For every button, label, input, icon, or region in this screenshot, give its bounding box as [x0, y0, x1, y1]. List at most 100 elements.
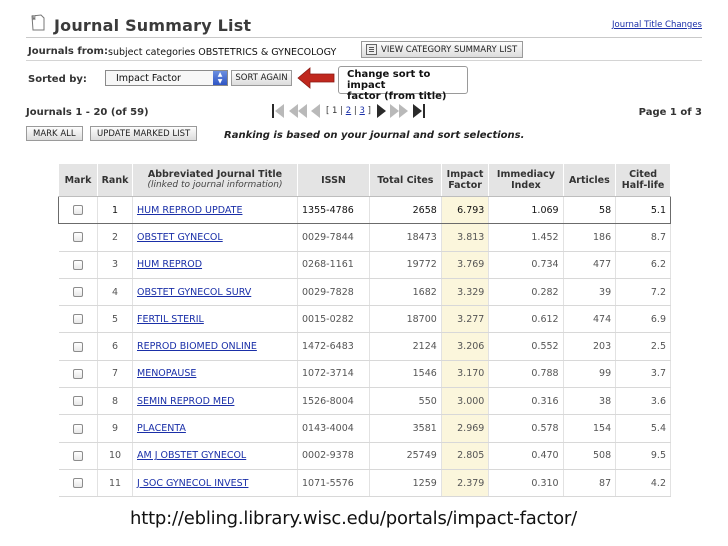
col-mark[interactable]: Mark	[58, 163, 98, 197]
journal-title-link[interactable]: MENOPAUSE	[137, 368, 196, 379]
col-issn[interactable]: ISSN	[297, 163, 370, 197]
prev-page-icon[interactable]	[311, 104, 320, 118]
mark-checkbox[interactable]	[72, 232, 83, 243]
col-impact-line1: Impact	[446, 169, 484, 180]
table-row: 10 AM J OBSTET GYNECOL 0002-9378 25749 2…	[58, 442, 671, 470]
journals-count: Journals 1 - 20 (of 59)	[26, 107, 149, 118]
rank-cell: 6	[97, 332, 133, 361]
sort-select[interactable]: Impact Factor ▲ ▼	[105, 70, 228, 86]
journal-title-link[interactable]: REPROD BIOMED ONLINE	[137, 341, 257, 352]
col-total-cites[interactable]: Total Cites	[369, 163, 442, 197]
mark-checkbox[interactable]	[72, 368, 83, 379]
mark-checkbox[interactable]	[72, 341, 83, 352]
col-immediacy-index[interactable]: Immediacy Index	[488, 163, 564, 197]
total-cites-cell: 3581	[369, 414, 442, 443]
total-cites-cell: 1259	[369, 469, 442, 498]
last-page-icon[interactable]	[412, 104, 425, 118]
articles-cell: 154	[563, 414, 617, 443]
journal-title-link[interactable]: J SOC GYNECOL INVEST	[137, 478, 248, 489]
mark-all-button[interactable]: MARK ALL	[26, 126, 83, 141]
mark-cell	[58, 387, 98, 416]
issn-cell: 1355-4786	[297, 195, 370, 225]
journal-table: Mark Rank Abbreviated Journal Title (lin…	[58, 163, 671, 498]
update-marked-list-button[interactable]: UPDATE MARKED LIST	[90, 126, 198, 141]
journal-title-link[interactable]: OBSTET GYNECOL	[137, 232, 223, 243]
mark-cell	[58, 360, 98, 389]
half-life-cell: 6.9	[615, 305, 671, 334]
col-impact-factor[interactable]: Impact Factor	[440, 163, 490, 197]
page-2-link[interactable]: 2	[346, 106, 351, 116]
journal-title-link[interactable]: AM J OBSTET GYNECOL	[137, 450, 246, 461]
articles-cell: 474	[563, 305, 617, 334]
col-cited-half-life[interactable]: Cited Half-life	[615, 163, 671, 197]
impact-factor-cell: 3.170	[441, 360, 490, 389]
immediacy-cell: 0.470	[488, 442, 564, 470]
mark-cell	[58, 278, 98, 307]
issn-cell: 0268-1161	[297, 251, 370, 279]
bracket-close: ]	[367, 106, 371, 116]
prev-10-icon[interactable]	[289, 104, 307, 118]
journal-title-link[interactable]: PLACENTA	[137, 423, 186, 434]
rank-cell: 9	[97, 414, 133, 443]
separator: |	[353, 106, 357, 116]
journal-title-link[interactable]: OBSTET GYNECOL SURV	[137, 287, 251, 298]
table-row: 8 SEMIN REPROD MED 1526-8004 550 3.000 0…	[58, 387, 671, 416]
title-cell: OBSTET GYNECOL SURV	[132, 278, 298, 307]
mark-checkbox[interactable]	[72, 478, 83, 489]
table-row: 7 MENOPAUSE 1072-3714 1546 3.170 0.788 9…	[58, 360, 671, 389]
table-row: 4 OBSTET GYNECOL SURV 0029-7828 1682 3.3…	[58, 278, 671, 307]
journal-title-changes-link[interactable]: Journal Title Changes	[612, 20, 702, 30]
impact-factor-cell: 6.793	[441, 195, 490, 225]
rank-cell: 10	[97, 442, 133, 470]
journal-title-link[interactable]: FERTIL STERIL	[137, 314, 204, 325]
col-title[interactable]: Abbreviated Journal Title (linked to jou…	[132, 163, 298, 197]
half-life-cell: 6.2	[615, 251, 671, 279]
articles-cell: 186	[563, 223, 617, 252]
col-rank[interactable]: Rank	[97, 163, 133, 197]
immediacy-cell: 1.452	[488, 223, 564, 252]
journals-from-row: Journals from: subject categories OBSTET…	[26, 40, 702, 62]
pagination-row: Journals 1 - 20 (of 59) [ 1 | 2 | 3 ] Pa…	[26, 100, 702, 124]
issn-cell: 0143-4004	[297, 414, 370, 443]
journals-from-value: subject categories OBSTETRICS & GYNECOLO…	[108, 47, 337, 58]
impact-factor-cell: 2.969	[441, 414, 490, 443]
immediacy-cell: 0.552	[488, 332, 564, 361]
immediacy-cell: 0.578	[488, 414, 564, 443]
total-cites-cell: 2124	[369, 332, 442, 361]
mark-checkbox[interactable]	[72, 423, 83, 434]
issn-cell: 0029-7844	[297, 223, 370, 252]
rank-cell: 7	[97, 360, 133, 389]
table-header-row: Mark Rank Abbreviated Journal Title (lin…	[58, 163, 671, 197]
title-cell: J SOC GYNECOL INVEST	[132, 469, 298, 498]
sort-again-button[interactable]: SORT AGAIN	[231, 70, 292, 86]
journal-title-link[interactable]: SEMIN REPROD MED	[137, 396, 234, 407]
page-1: 1	[332, 106, 338, 116]
rank-cell: 4	[97, 278, 133, 307]
mark-cell	[58, 223, 98, 252]
red-arrow-icon	[297, 67, 335, 89]
articles-cell: 87	[563, 469, 617, 498]
mark-checkbox[interactable]	[73, 205, 83, 216]
mark-cell	[58, 469, 98, 498]
next-page-icon[interactable]	[376, 104, 386, 118]
total-cites-cell: 18473	[369, 223, 442, 252]
title-cell: FERTIL STERIL	[132, 305, 298, 334]
journal-title-link[interactable]: HUM REPROD UPDATE	[137, 205, 242, 216]
next-10-icon[interactable]	[389, 104, 408, 118]
mark-cell	[58, 332, 98, 361]
mark-checkbox[interactable]	[72, 287, 83, 298]
first-page-icon[interactable]	[272, 104, 285, 118]
col-articles[interactable]: Articles	[562, 163, 617, 197]
page-3-link[interactable]: 3	[359, 106, 364, 116]
mark-checkbox[interactable]	[72, 450, 83, 461]
impact-factor-cell: 2.379	[441, 469, 490, 498]
mark-checkbox[interactable]	[72, 396, 83, 407]
half-life-cell: 9.5	[615, 442, 671, 470]
issn-cell: 1472-6483	[297, 332, 370, 361]
view-category-summary-button[interactable]: VIEW CATEGORY SUMMARY LIST	[361, 41, 524, 58]
table-row: 2 OBSTET GYNECOL 0029-7844 18473 3.813 1…	[58, 223, 671, 252]
journal-title-link[interactable]: HUM REPROD	[137, 259, 202, 270]
mark-cell	[58, 251, 98, 279]
mark-checkbox[interactable]	[72, 314, 83, 325]
mark-checkbox[interactable]	[72, 259, 83, 270]
